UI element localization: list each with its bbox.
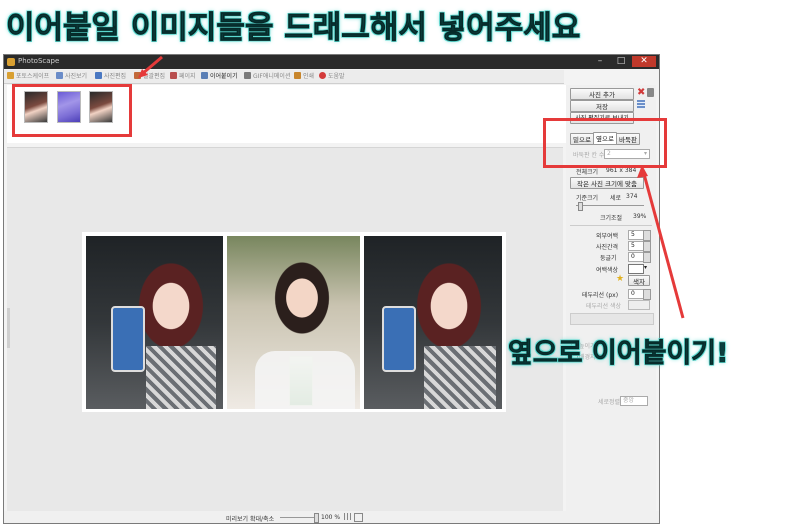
frame-line-input[interactable]: 0 <box>628 289 644 299</box>
roundness-label: 둥글기 <box>600 255 617 262</box>
scale-value: 39% <box>633 213 647 220</box>
list-icon[interactable] <box>637 100 645 109</box>
photo-spacing-stepper[interactable] <box>643 241 651 252</box>
divider <box>570 225 652 226</box>
collage-photo-2 <box>227 236 360 409</box>
window-title: PhotoScape <box>18 57 60 65</box>
frame-line-stepper[interactable] <box>643 289 651 300</box>
phone-shape <box>111 306 145 372</box>
delete-icon[interactable]: ✖ <box>637 87 645 98</box>
slider-thumb[interactable] <box>578 202 583 211</box>
zoom-slider-thumb[interactable] <box>314 513 319 523</box>
preview-box <box>570 313 654 325</box>
preview-canvas <box>7 147 563 513</box>
outer-margin-stepper[interactable] <box>643 230 651 241</box>
editor-icon <box>95 72 102 79</box>
margin-color-label: 여백색상 <box>596 267 619 274</box>
combined-collage <box>82 232 506 412</box>
zoom-label: 미리보기 확대/축소 <box>226 516 275 523</box>
merge-tab-highlight-box <box>140 71 148 79</box>
tab-editor[interactable]: 사진편집 <box>95 72 126 82</box>
total-size-label: 전체크기 <box>576 169 599 176</box>
thumbnails-highlight-box <box>12 84 132 137</box>
align-select[interactable]: 중앙 <box>620 396 648 406</box>
app-logo-icon <box>7 58 15 66</box>
height-label: 세로 <box>610 195 622 202</box>
instruction-title: 이어붙일 이미지들을 드래그해서 넣어주세요 <box>6 10 581 47</box>
star-icon[interactable]: ★ <box>616 274 624 284</box>
outer-margin-input[interactable]: 5 <box>628 230 644 240</box>
print-icon <box>294 72 301 79</box>
zoom-slider[interactable] <box>280 517 318 518</box>
phone-shape <box>382 306 416 372</box>
gif-icon <box>244 72 251 79</box>
base-size-slider[interactable] <box>576 205 644 206</box>
scale-label: 크기조절 <box>600 215 623 222</box>
shirt-shape <box>424 346 496 409</box>
tab-page[interactable]: 페이지 <box>170 72 196 82</box>
photoscape-icon <box>7 72 14 79</box>
tab-combine[interactable]: 이어붙이기 <box>201 72 238 82</box>
splitter-handle[interactable] <box>7 308 10 348</box>
align-label: 세로정렬 <box>598 399 621 406</box>
close-button[interactable]: ✕ <box>632 56 656 67</box>
tab-batch[interactable]: 일괄편집 <box>134 72 165 82</box>
save-button[interactable]: 저장 <box>570 100 634 112</box>
chevron-down-icon[interactable]: ▾ <box>644 264 647 271</box>
side-merge-annotation: 옆으로 이어붙이기! <box>508 338 729 370</box>
status-bar: 미리보기 확대/축소 100 % <box>4 511 659 523</box>
margin-color-swatch[interactable] <box>628 264 644 274</box>
photo-spacing-input[interactable]: 5 <box>628 241 644 251</box>
frame-line-label: 테두리선 (px) <box>582 292 619 299</box>
roundness-input[interactable]: 0 <box>628 252 644 262</box>
color-button[interactable]: 색자 <box>628 275 650 286</box>
roundness-stepper[interactable] <box>643 252 651 263</box>
fit-icon[interactable] <box>354 513 363 522</box>
maximize-button[interactable]: □ <box>611 56 631 67</box>
tab-help[interactable]: 도움말 <box>319 72 345 82</box>
add-photo-button[interactable]: 사진 추가 <box>570 88 634 100</box>
white-shirt-shape <box>255 351 355 409</box>
help-icon <box>319 72 326 79</box>
outer-margin-label: 외부여백 <box>596 233 619 240</box>
trash-icon[interactable] <box>647 88 654 97</box>
shirt-shape <box>146 346 216 409</box>
side-merge-highlight-box <box>543 118 667 168</box>
tab-print[interactable]: 인쇄 <box>294 72 314 82</box>
collage-photo-1 <box>86 236 223 409</box>
collage-photo-3 <box>364 236 502 409</box>
photo-spacing-label: 사진간격 <box>596 244 619 251</box>
page-icon <box>170 72 177 79</box>
tab-photoscape[interactable]: 포토스케이프 <box>7 72 49 82</box>
height-value: 374 <box>626 193 638 200</box>
viewer-icon <box>56 72 63 79</box>
grid-icon[interactable] <box>344 513 351 520</box>
total-size-value: 961 x 384 <box>606 167 637 174</box>
minimize-button[interactable]: – <box>590 56 610 67</box>
menu-tabs: 포토스케이프 사진보기 사진편집 일괄편집 페이지 이어붙이기 GIF애니메이션… <box>4 70 564 84</box>
combine-icon <box>201 72 208 79</box>
frame-color-select[interactable] <box>628 300 650 310</box>
tab-viewer[interactable]: 사진보기 <box>56 72 87 82</box>
frame-color-label: 테두리선 색상 <box>586 303 622 310</box>
fit-small-button[interactable]: 작은 사진 크기에 맞춤 <box>570 177 644 189</box>
base-size-label: 기준크기 <box>576 195 599 202</box>
tab-gif[interactable]: GIF애니메이션 <box>244 72 290 82</box>
title-bar: PhotoScape – □ ✕ <box>4 55 659 69</box>
zoom-value: 100 % <box>321 514 341 521</box>
